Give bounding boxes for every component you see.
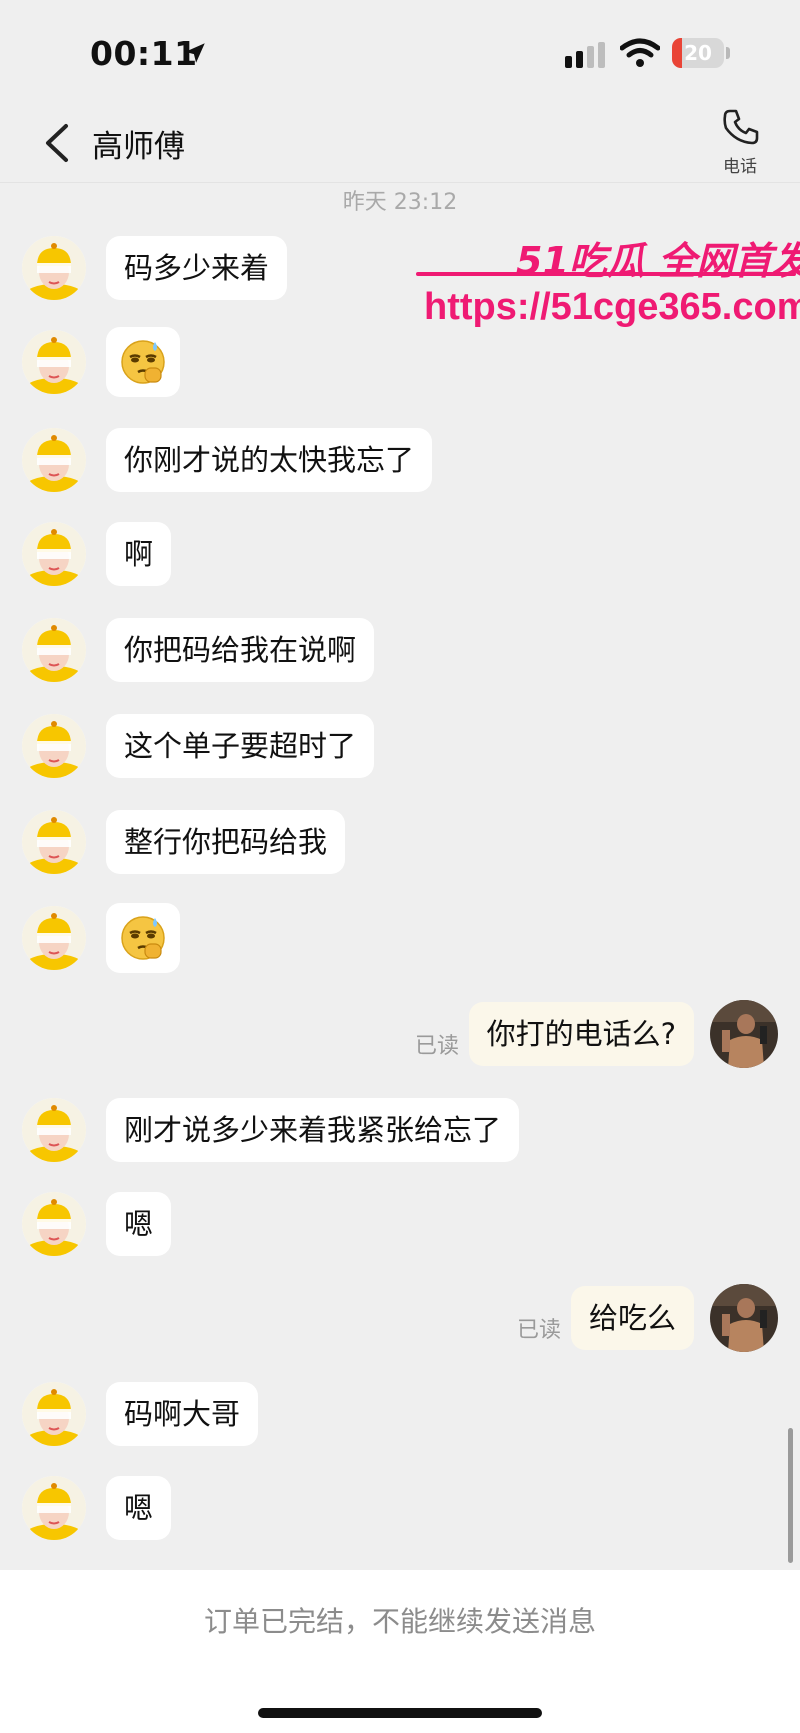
message-bubble[interactable]: 这个单子要超时了 (106, 714, 375, 778)
contact-name: 高师傅 (92, 129, 185, 165)
phone-icon (723, 109, 759, 145)
location-arrow-icon (185, 43, 205, 63)
cellular-signal-icon (565, 42, 605, 68)
battery-tip (726, 47, 730, 59)
wiping-sweat-emoji (121, 340, 165, 384)
contact-avatar[interactable] (22, 618, 86, 682)
status-bar: 00:11 20 (0, 0, 800, 104)
contact-avatar[interactable] (22, 522, 86, 586)
call-label: 电话 (723, 157, 757, 177)
watermark-url: https://51cge365.com (424, 286, 800, 328)
message-bubble[interactable]: 啊 (106, 522, 172, 586)
contact-avatar[interactable] (22, 1098, 86, 1162)
message-bubble[interactable]: 给吃么 (570, 1286, 694, 1350)
sticker-bubble[interactable] (106, 903, 180, 973)
home-indicator (258, 1708, 542, 1718)
battery-indicator: 20 (672, 38, 724, 68)
message-timestamp: 昨天 23:12 (342, 190, 458, 215)
contact-avatar[interactable] (22, 1382, 86, 1446)
wifi-icon (620, 38, 660, 67)
read-receipt: 已读 (415, 1034, 460, 1059)
message-bubble[interactable]: 你刚才说的太快我忘了 (106, 428, 433, 492)
message-bubble[interactable]: 你把码给我在说啊 (106, 618, 375, 682)
footer-notice-bar: 订单已完结，不能继续发送消息 (0, 1570, 800, 1670)
contact-avatar[interactable] (22, 1476, 86, 1540)
message-bubble[interactable]: 嗯 (106, 1192, 172, 1256)
contact-avatar[interactable] (22, 810, 86, 874)
battery-percent: 20 (684, 41, 712, 65)
contact-avatar[interactable] (22, 906, 86, 970)
user-avatar[interactable] (710, 1000, 778, 1068)
contact-avatar[interactable] (22, 330, 86, 394)
sticker-bubble[interactable] (106, 327, 180, 397)
bottom-safe-area (0, 1670, 800, 1733)
watermark-underline (416, 272, 796, 276)
watermark-title: 51吃瓜 全网首发 (516, 239, 800, 283)
message-bubble[interactable]: 刚才说多少来着我紧张给忘了 (106, 1098, 520, 1162)
message-bubble[interactable]: 码啊大哥 (106, 1382, 259, 1446)
message-bubble[interactable]: 嗯 (106, 1476, 172, 1540)
contact-avatar[interactable] (22, 236, 86, 300)
message-bubble[interactable]: 码多少来着 (106, 236, 288, 300)
contact-avatar[interactable] (22, 1192, 86, 1256)
read-receipt: 已读 (517, 1318, 562, 1343)
scrollbar[interactable] (788, 1428, 793, 1563)
wiping-sweat-emoji (121, 916, 165, 960)
message-bubble[interactable]: 你打的电话么? (468, 1002, 694, 1066)
contact-avatar[interactable] (22, 428, 86, 492)
contact-avatar[interactable] (22, 714, 86, 778)
back-chevron-icon[interactable] (40, 122, 74, 164)
call-button[interactable]: 电话 (712, 106, 768, 177)
message-bubble[interactable]: 整行你把码给我 (106, 810, 346, 874)
order-closed-notice: 订单已完结，不能继续发送消息 (203, 1605, 596, 1638)
chat-header: 高师傅 电话 (0, 104, 800, 183)
user-avatar[interactable] (710, 1284, 778, 1352)
